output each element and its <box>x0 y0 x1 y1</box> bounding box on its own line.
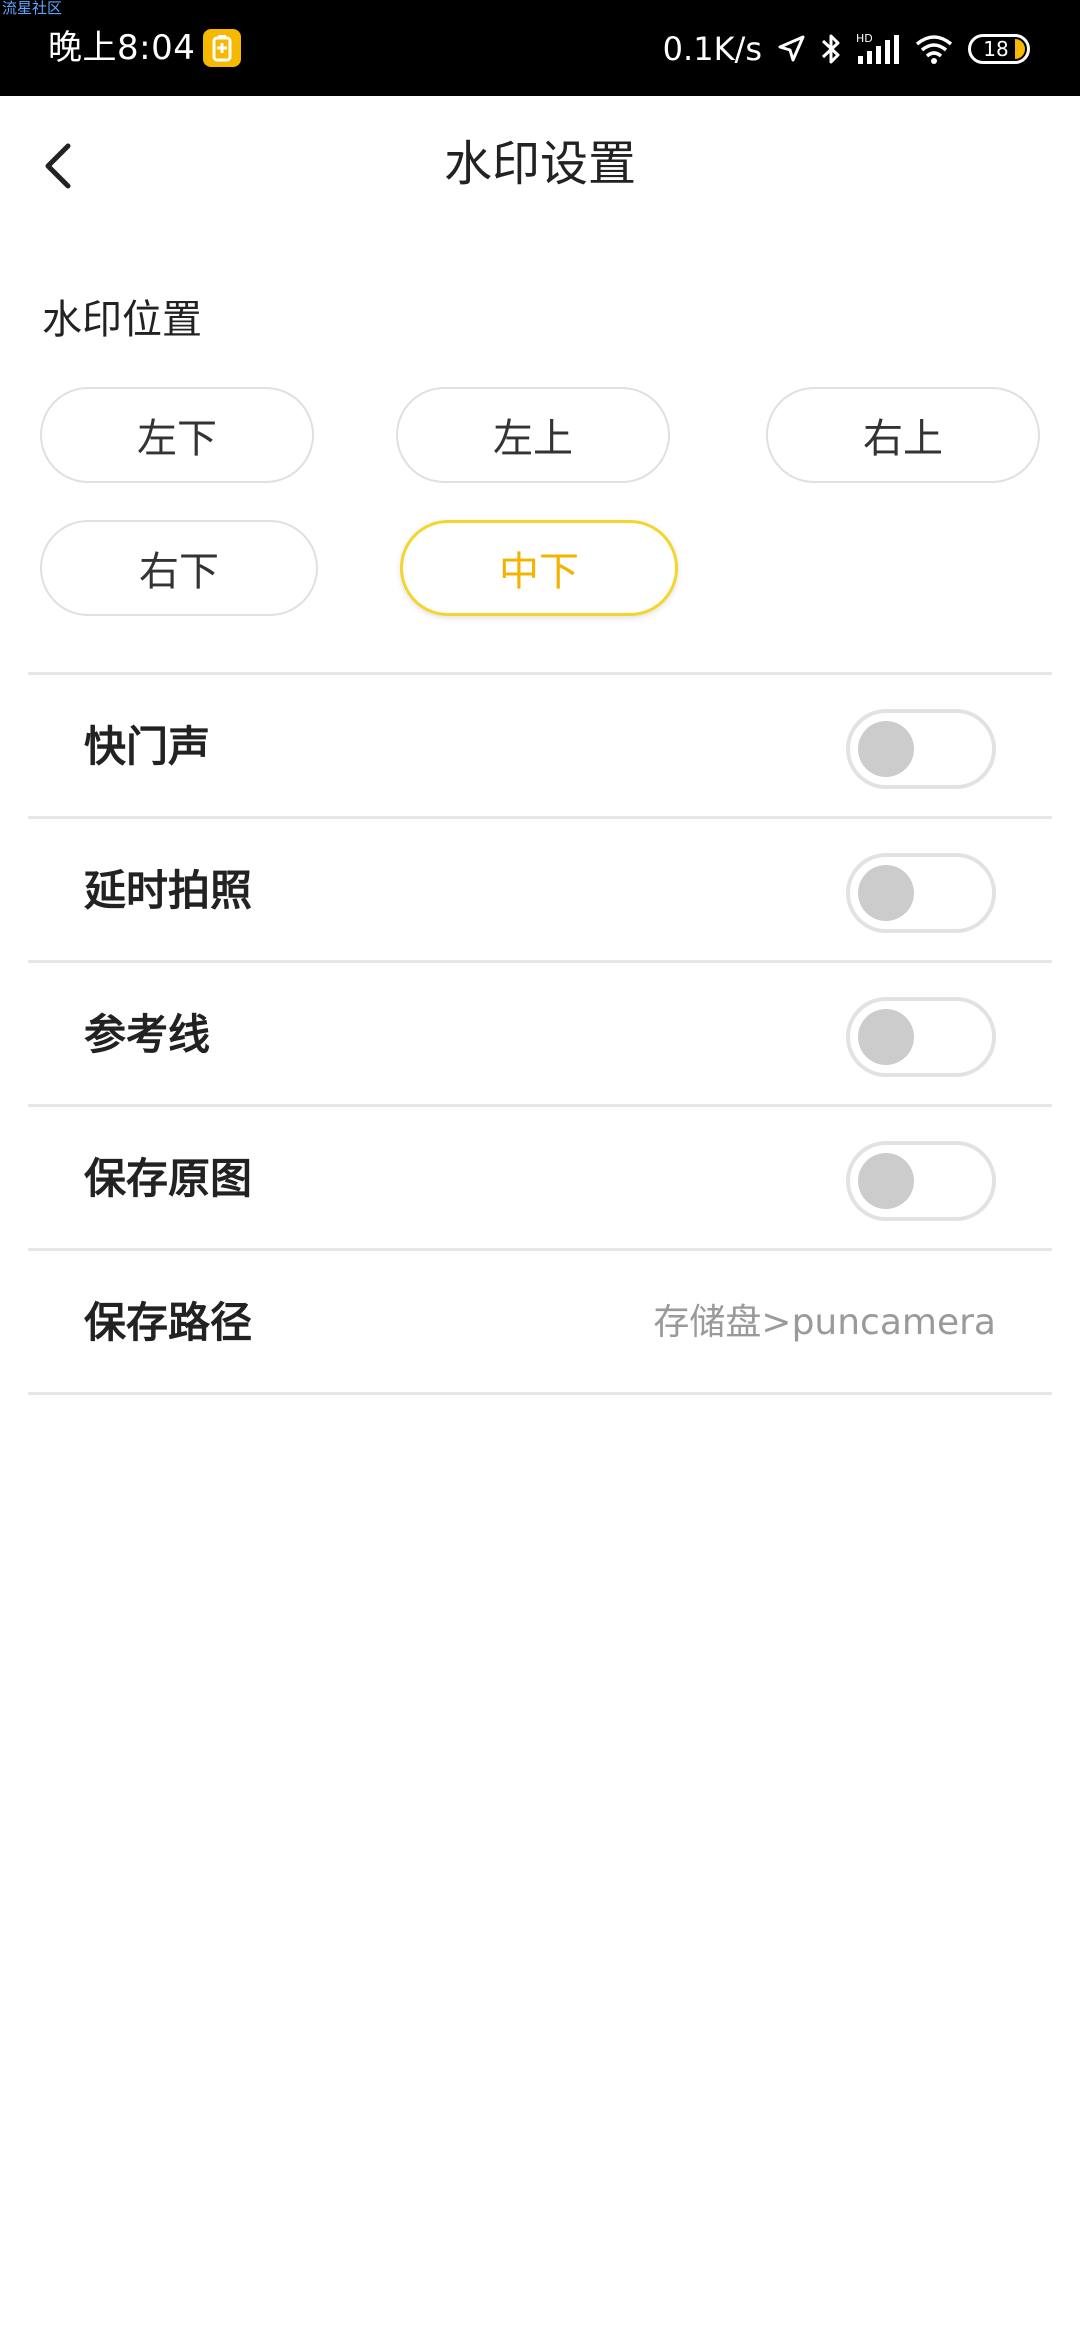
setting-row-timer-photo: 延时拍照 <box>28 816 1052 960</box>
shutter-sound-toggle[interactable] <box>846 709 996 789</box>
wifi-icon <box>914 33 954 65</box>
location-arrow-icon <box>776 34 806 64</box>
setting-row-save-original: 保存原图 <box>28 1104 1052 1248</box>
setting-row-shutter-sound: 快门声 <box>28 672 1052 816</box>
setting-row-save-path[interactable]: 保存路径 存储盘>puncamera <box>28 1248 1052 1395</box>
position-option-bottom-left[interactable]: 左下 <box>40 387 314 483</box>
signal-icon: HD <box>856 32 900 66</box>
watermark-position-label: 水印位置 <box>42 297 202 343</box>
setting-row-grid-lines: 参考线 <box>28 960 1052 1104</box>
bluetooth-icon <box>820 32 842 66</box>
toggle-knob <box>858 721 914 777</box>
overlay-watermark-text: 流星社区 <box>2 0 63 17</box>
save-original-label: 保存原图 <box>84 1154 253 1203</box>
toggle-knob <box>858 1009 914 1065</box>
toggle-knob <box>858 1153 914 1209</box>
grid-lines-label: 参考线 <box>84 1010 211 1059</box>
status-right-group: 0.1K/s HD 18 <box>663 26 1030 72</box>
shutter-sound-label: 快门声 <box>84 722 211 771</box>
status-time: 晚上8:04 <box>48 28 196 68</box>
settings-list: 快门声 延时拍照 参考线 保存原图 保存路径 存储盘>puncamera <box>28 672 1052 1395</box>
signal-hd-badge: HD <box>856 32 873 45</box>
grid-lines-toggle[interactable] <box>846 997 996 1077</box>
battery-level: 18 <box>983 37 1009 61</box>
status-bar: 流星社区 晚上8:04 0.1K/s HD 18 <box>0 0 1080 96</box>
timer-photo-label: 延时拍照 <box>84 866 253 915</box>
save-path-label: 保存路径 <box>84 1298 253 1347</box>
page-title: 水印设置 <box>443 136 636 192</box>
position-option-bottom-center[interactable]: 中下 <box>400 520 678 616</box>
toggle-knob <box>858 865 914 921</box>
title-bar: 水印设置 <box>0 96 1080 236</box>
position-option-top-left[interactable]: 左上 <box>396 387 670 483</box>
battery-icon: 18 <box>968 34 1030 64</box>
timer-photo-toggle[interactable] <box>846 853 996 933</box>
position-option-bottom-right[interactable]: 右下 <box>40 520 318 616</box>
network-speed: 0.1K/s <box>662 30 762 68</box>
position-option-top-right[interactable]: 右上 <box>766 387 1040 483</box>
save-path-value: 存储盘>puncamera <box>653 1302 996 1343</box>
app-notification-icon <box>203 29 241 67</box>
save-original-toggle[interactable] <box>846 1141 996 1221</box>
